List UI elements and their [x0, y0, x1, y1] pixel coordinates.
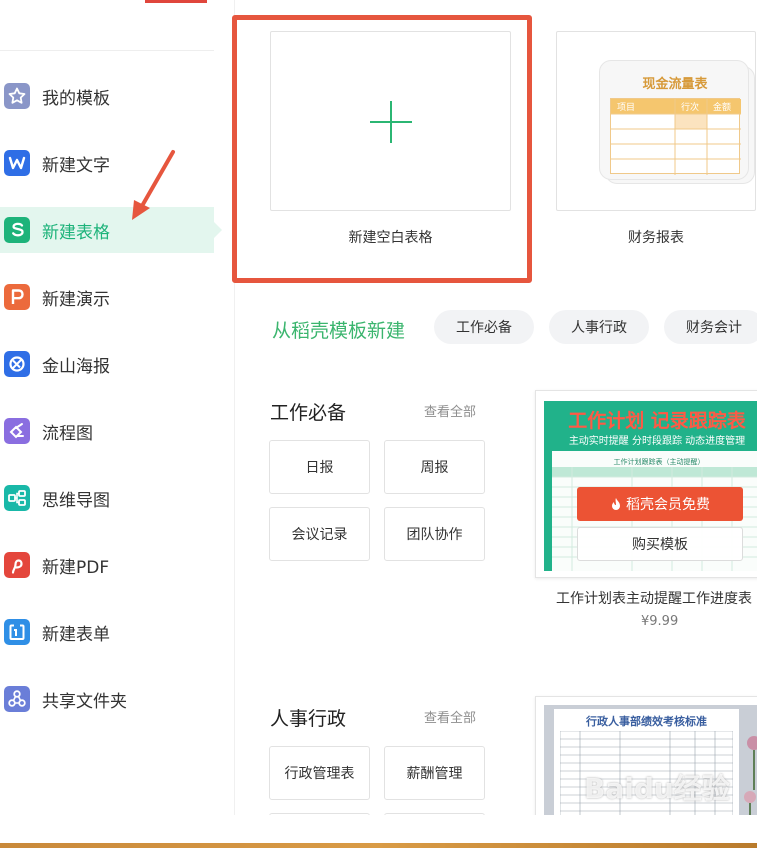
top-accent-bar [145, 0, 207, 3]
category-pill-finance[interactable]: 财务会计 [664, 310, 757, 344]
tag-meeting-notes[interactable]: 会议记录 [269, 507, 370, 561]
tag-admin-table[interactable]: 行政管理表 [269, 746, 370, 800]
tag-team-collaboration[interactable]: 团队协作 [384, 507, 485, 561]
category-pill-hr[interactable]: 人事行政 [549, 310, 649, 344]
view-all-link-hr[interactable]: 查看全部 [424, 707, 476, 726]
sidebar-item-new-pdf[interactable]: 新建PDF [0, 542, 214, 588]
sidebar-item-poster[interactable]: 金山海报 [0, 341, 214, 387]
sidebar-item-label: 新建文字 [42, 155, 110, 176]
sidebar-item-label: 新建表单 [42, 624, 110, 645]
bottom-taskbar-strip [0, 843, 757, 848]
sidebar-item-label: 金山海报 [42, 356, 110, 377]
spreadsheet-s-icon [4, 217, 30, 243]
watermark: Baidu经验 [584, 772, 730, 805]
sidebar-item-new-spreadsheet[interactable]: 新建表格 [0, 207, 222, 253]
writer-w-icon [4, 150, 30, 176]
vip-free-button[interactable]: 稻壳会员免费 [577, 487, 743, 521]
thumb-document-title: 行政人事部绩效考核标准 [586, 715, 707, 728]
shared-folder-icon [4, 686, 30, 712]
annotation-arrow-icon [132, 150, 175, 220]
thumb-banner-title: 工作计划 记录跟踪表 [568, 410, 746, 432]
thumb-sheet: 现金流量表 项目 行次 金额 [599, 60, 749, 180]
poster-icon [4, 351, 30, 377]
thumb-title: 现金流量表 [642, 77, 708, 92]
sidebar-item-label: 思维导图 [42, 490, 110, 511]
buy-template-button[interactable]: 购买模板 [577, 527, 743, 561]
highlight-frame [232, 15, 532, 283]
sidebar-item-label: 流程图 [42, 423, 93, 444]
section-title-hr: 人事行政 [270, 708, 347, 730]
section-title-work: 工作必备 [270, 402, 347, 424]
pdf-icon [4, 552, 30, 578]
template-title[interactable]: 工作计划表主动提醒工作进度表 [556, 588, 752, 608]
star-icon [4, 83, 30, 109]
tag-daily-report[interactable]: 日报 [269, 440, 370, 494]
tag-weekly-report[interactable]: 周报 [384, 440, 485, 494]
flowchart-icon [4, 418, 30, 444]
mindmap-icon [4, 485, 30, 511]
sidebar-item-label: 新建表格 [42, 222, 110, 243]
sidebar-item-shared-folder[interactable]: 共享文件夹 [0, 676, 214, 722]
finance-report-card[interactable]: 现金流量表 项目 行次 金额 [556, 31, 756, 211]
sidebar-item-flowchart[interactable]: 流程图 [0, 408, 214, 454]
vip-free-label: 稻壳会员免费 [626, 497, 710, 513]
finance-report-label[interactable]: 财务报表 [556, 227, 756, 247]
sidebar-item-mindmap[interactable]: 思维导图 [0, 475, 214, 521]
sidebar-item-label: 新建PDF [42, 557, 110, 578]
sidebar-item-label: 共享文件夹 [42, 691, 127, 712]
category-pill-work[interactable]: 工作必备 [434, 310, 534, 344]
thumb-grid [611, 99, 741, 175]
thumb-sheet-caption: 工作计划跟踪表（主动提醒） [613, 458, 705, 466]
sidebar-item-new-form[interactable]: 新建表单 [0, 609, 214, 655]
sidebar-item-new-presentation[interactable]: 新建演示 [0, 274, 214, 320]
sidebar-item-my-templates[interactable]: 我的模板 [0, 73, 214, 119]
thumb-table: 项目 行次 金额 [610, 98, 741, 175]
flame-icon [612, 498, 620, 510]
sidebar-item-label: 我的模板 [42, 88, 110, 109]
templates-heading: 从稻壳模板新建 [272, 320, 406, 342]
tag-payroll[interactable]: 薪酬管理 [384, 746, 485, 800]
sidebar-item-label: 新建演示 [42, 289, 110, 310]
form-icon [4, 619, 30, 645]
presentation-p-icon [4, 284, 30, 310]
thumb-banner-subtitle: 主动实时提醒 分时段跟踪 动态进度管理 [568, 436, 746, 447]
view-all-link-work[interactable]: 查看全部 [424, 401, 476, 420]
template-price: ¥9.99 [641, 614, 679, 629]
sidebar-divider [0, 50, 214, 51]
sidebar-item-new-document[interactable]: 新建文字 [0, 140, 214, 186]
